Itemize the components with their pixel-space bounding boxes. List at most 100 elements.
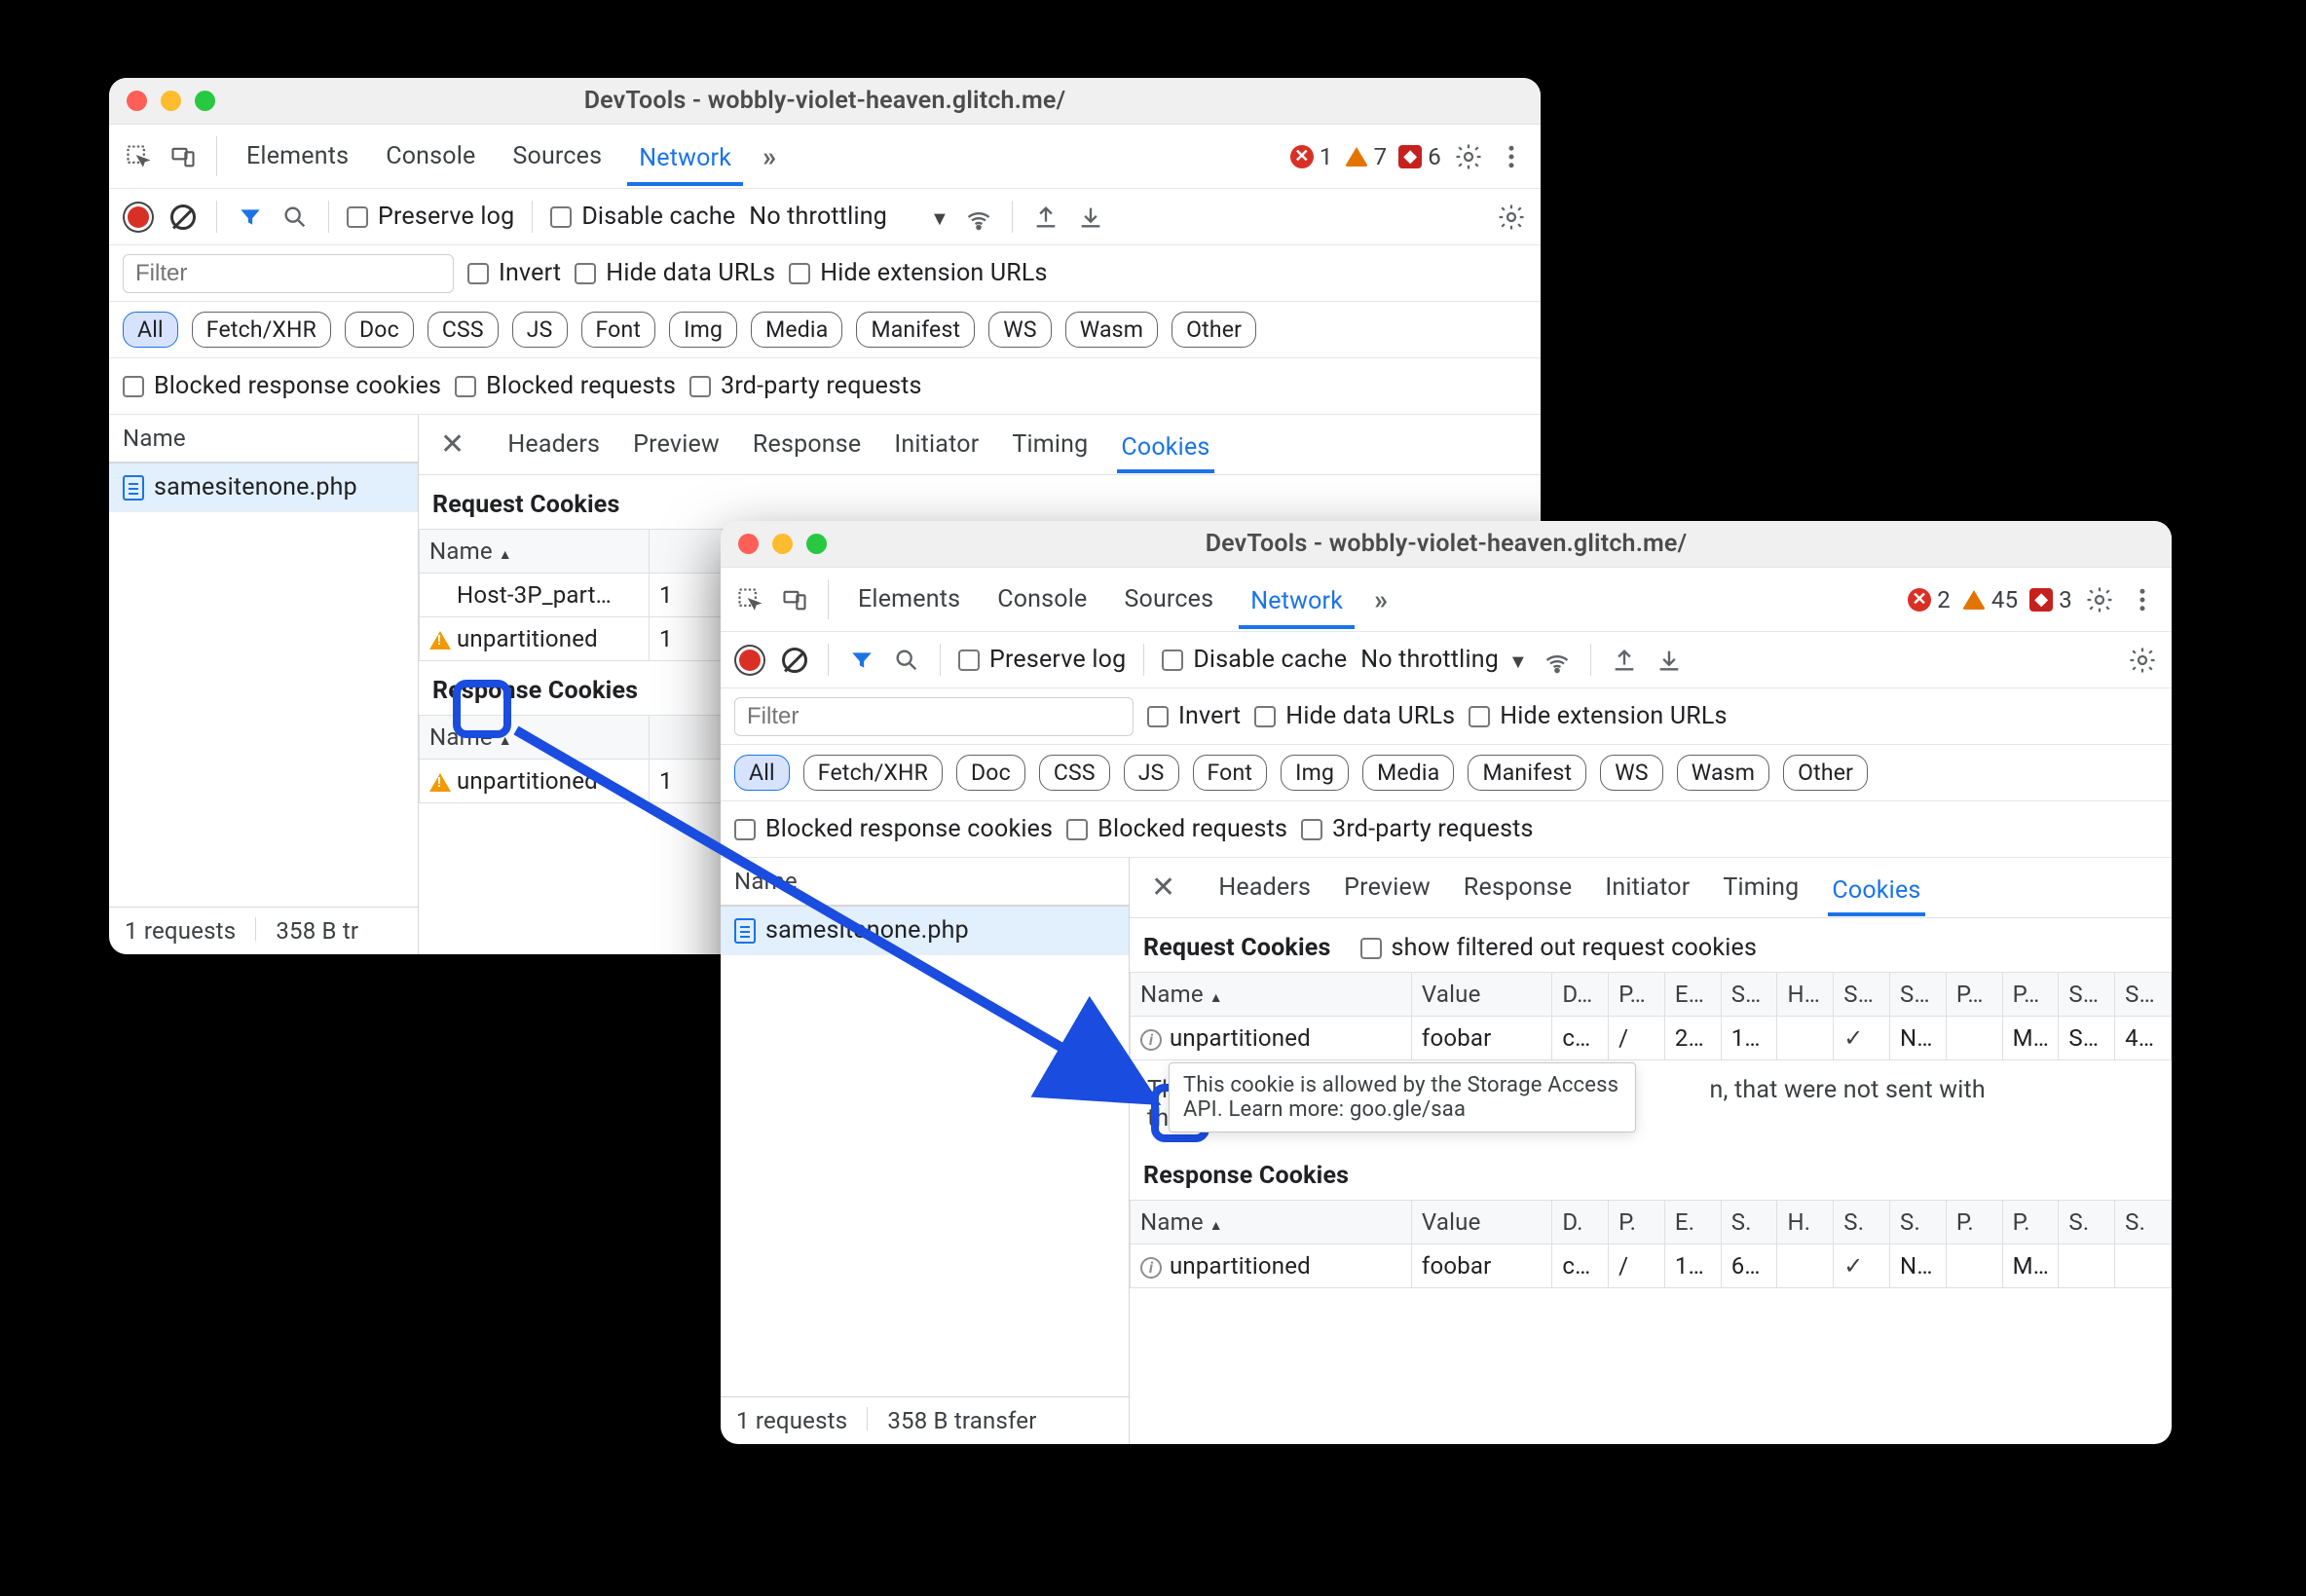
pill-font[interactable]: Font xyxy=(581,312,656,348)
dtab-initiator[interactable]: Initiator xyxy=(890,423,983,466)
third-party-requests-checkbox[interactable]: 3rd-party requests xyxy=(689,372,922,400)
dtab-timing[interactable]: Timing xyxy=(1008,423,1092,466)
blocked-requests-checkbox[interactable]: Blocked requests xyxy=(1066,815,1287,843)
dtab-cookies[interactable]: Cookies xyxy=(1117,426,1213,473)
device-toggle-icon[interactable] xyxy=(167,141,199,172)
dtab-response[interactable]: Response xyxy=(1460,866,1576,909)
blocked-response-cookies-checkbox[interactable]: Blocked response cookies xyxy=(123,372,441,400)
download-har-icon[interactable] xyxy=(1075,202,1106,233)
search-icon[interactable] xyxy=(891,645,922,676)
filter-input[interactable] xyxy=(734,697,1134,736)
clear-icon[interactable] xyxy=(779,645,810,676)
clear-icon[interactable] xyxy=(167,202,199,233)
preserve-log-checkbox[interactable]: Preserve log xyxy=(958,646,1126,674)
pill-other[interactable]: Other xyxy=(1172,312,1256,348)
upload-har-icon[interactable] xyxy=(1030,202,1061,233)
throttling-select[interactable]: No throttling▼ xyxy=(1360,646,1528,674)
inspect-icon[interactable] xyxy=(123,141,154,172)
requests-header[interactable]: Name xyxy=(109,415,418,464)
pill-manifest[interactable]: Manifest xyxy=(1468,755,1586,791)
zoom-window-icon[interactable] xyxy=(806,534,827,554)
close-window-icon[interactable] xyxy=(738,534,759,554)
throttling-select[interactable]: No throttling▼ xyxy=(749,203,949,231)
search-icon[interactable] xyxy=(279,202,311,233)
filter-input[interactable] xyxy=(123,254,454,293)
settings-icon[interactable] xyxy=(2084,584,2115,615)
dtab-cookies[interactable]: Cookies xyxy=(1828,869,1924,916)
dtab-headers[interactable]: Headers xyxy=(1214,866,1315,909)
minimize-window-icon[interactable] xyxy=(772,534,793,554)
device-toggle-icon[interactable] xyxy=(779,584,810,615)
pill-ws[interactable]: WS xyxy=(1600,755,1662,791)
pill-fetchxhr[interactable]: Fetch/XHR xyxy=(803,755,943,791)
tab-sources[interactable]: Sources xyxy=(1112,574,1225,625)
tab-console[interactable]: Console xyxy=(986,574,1098,625)
pill-js[interactable]: JS xyxy=(1124,755,1179,791)
pill-doc[interactable]: Doc xyxy=(956,755,1025,791)
close-detail-icon[interactable]: ✕ xyxy=(1145,871,1181,905)
panel-settings-icon[interactable] xyxy=(1496,202,1527,233)
kebab-menu-icon[interactable] xyxy=(1496,141,1527,172)
blocked-response-cookies-checkbox[interactable]: Blocked response cookies xyxy=(734,815,1053,843)
record-icon[interactable] xyxy=(734,645,765,676)
blocked-requests-checkbox[interactable]: Blocked requests xyxy=(455,372,676,400)
disable-cache-checkbox[interactable]: Disable cache xyxy=(1162,646,1347,674)
pill-js[interactable]: JS xyxy=(512,312,568,348)
badge-errors[interactable]: ✕2 xyxy=(1908,586,1951,613)
request-row-samesitenone[interactable]: samesitenone.php xyxy=(721,907,1129,955)
pill-all[interactable]: All xyxy=(734,755,790,791)
filter-toggle-icon[interactable] xyxy=(235,202,266,233)
invert-checkbox[interactable]: Invert xyxy=(467,259,561,287)
settings-icon[interactable] xyxy=(1453,141,1484,172)
pill-font[interactable]: Font xyxy=(1193,755,1268,791)
pill-img[interactable]: Img xyxy=(669,312,737,348)
badge-issues[interactable]: ◆6 xyxy=(1398,143,1441,170)
show-filtered-checkbox[interactable]: show filtered out request cookies xyxy=(1360,934,1758,962)
hide-extension-urls-checkbox[interactable]: Hide extension URLs xyxy=(789,259,1047,287)
pill-fetchxhr[interactable]: Fetch/XHR xyxy=(192,312,331,348)
badge-errors[interactable]: ✕1 xyxy=(1290,143,1333,170)
panel-settings-icon[interactable] xyxy=(2127,645,2158,676)
tab-network[interactable]: Network xyxy=(1239,575,1355,629)
record-icon[interactable] xyxy=(123,202,154,233)
table-row[interactable]: iunpartitioned foobar c… / 2… 1… ✓ N… M…… xyxy=(1131,1017,2172,1060)
dtab-headers[interactable]: Headers xyxy=(503,423,604,466)
download-har-icon[interactable] xyxy=(1654,645,1685,676)
pill-manifest[interactable]: Manifest xyxy=(856,312,975,348)
badge-warnings[interactable]: 7 xyxy=(1345,143,1388,170)
hide-data-urls-checkbox[interactable]: Hide data URLs xyxy=(575,259,775,287)
pill-all[interactable]: All xyxy=(123,312,178,348)
inspect-icon[interactable] xyxy=(734,584,765,615)
pill-css[interactable]: CSS xyxy=(1039,755,1110,791)
table-row[interactable]: iunpartitioned foobar c… / 1… 6… ✓ N… M… xyxy=(1131,1244,2172,1288)
minimize-window-icon[interactable] xyxy=(161,91,181,111)
dtab-preview[interactable]: Preview xyxy=(629,423,724,466)
hide-data-urls-checkbox[interactable]: Hide data URLs xyxy=(1254,702,1455,730)
badge-issues[interactable]: ◆3 xyxy=(2029,586,2072,613)
network-conditions-icon[interactable] xyxy=(1542,645,1573,676)
disable-cache-checkbox[interactable]: Disable cache xyxy=(550,203,735,231)
requests-header[interactable]: Name xyxy=(721,858,1129,907)
close-detail-icon[interactable]: ✕ xyxy=(434,427,470,462)
close-window-icon[interactable] xyxy=(127,91,147,111)
third-party-requests-checkbox[interactable]: 3rd-party requests xyxy=(1301,815,1534,843)
invert-checkbox[interactable]: Invert xyxy=(1147,702,1241,730)
filter-toggle-icon[interactable] xyxy=(846,645,877,676)
upload-har-icon[interactable] xyxy=(1609,645,1640,676)
preserve-log-checkbox[interactable]: Preserve log xyxy=(347,203,514,231)
pill-wasm[interactable]: Wasm xyxy=(1065,312,1158,348)
badge-warnings[interactable]: 45 xyxy=(1962,586,2018,613)
network-conditions-icon[interactable] xyxy=(963,202,994,233)
pill-css[interactable]: CSS xyxy=(428,312,499,348)
pill-img[interactable]: Img xyxy=(1281,755,1349,791)
tab-elements[interactable]: Elements xyxy=(235,130,360,182)
zoom-window-icon[interactable] xyxy=(195,91,215,111)
pill-other[interactable]: Other xyxy=(1783,755,1868,791)
tab-console[interactable]: Console xyxy=(374,130,487,182)
pill-wasm[interactable]: Wasm xyxy=(1677,755,1769,791)
hide-extension-urls-checkbox[interactable]: Hide extension URLs xyxy=(1469,702,1727,730)
request-row-samesitenone[interactable]: samesitenone.php xyxy=(109,464,418,512)
pill-doc[interactable]: Doc xyxy=(345,312,414,348)
more-tabs-icon[interactable]: » xyxy=(1368,583,1394,615)
tab-elements[interactable]: Elements xyxy=(846,574,972,625)
